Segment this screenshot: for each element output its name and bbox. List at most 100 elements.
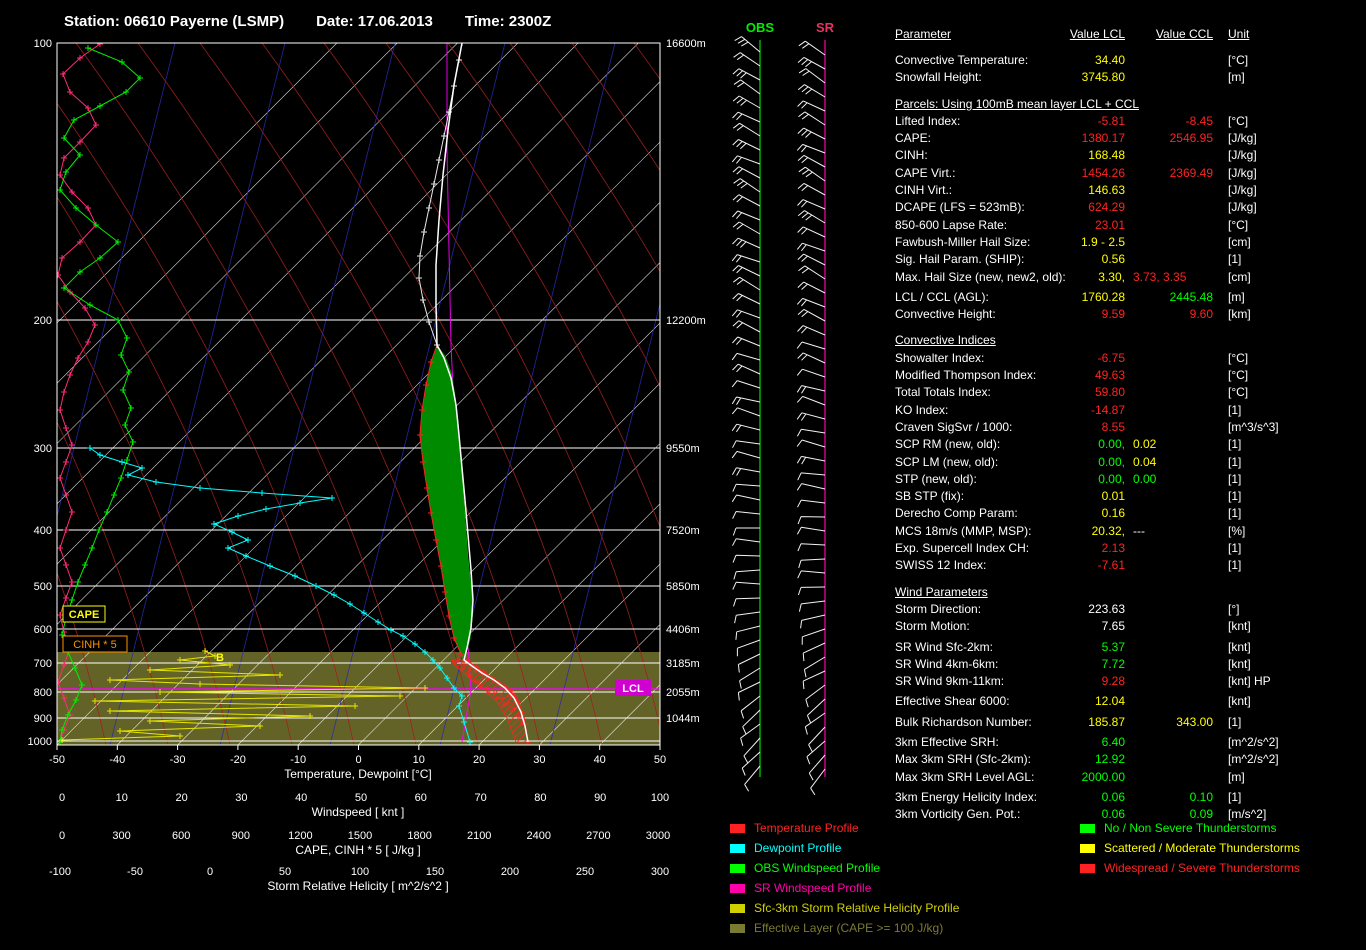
param-unit: [J/kg] [1228,165,1257,180]
param-unit: [1] [1228,506,1242,521]
param-value-lcl: 0.56 [1025,251,1125,268]
param-value: 9.60 [1189,307,1213,322]
wind-barb [797,499,826,508]
wind-barb [732,237,761,249]
param-label: SR Wind Sfc-2km: [895,639,994,654]
wind-barb [796,385,826,394]
wind-barb [732,293,761,305]
table-row: DCAPE (LFS = 523mB): 624.29 [J/kg] [895,199,1363,216]
param-unit: [°C] [1228,53,1249,67]
wind-barb [808,754,826,781]
wind-barb [796,483,826,491]
wind-barb [800,614,826,629]
param-value-lcl: -14.87 [1025,402,1125,419]
wind-barb [796,439,826,448]
wind-barb [798,558,826,569]
wind-barb [731,450,761,459]
severity-legend-item: Scattered / Moderate Thunderstorms [1080,838,1300,858]
wind-barb [734,36,761,53]
param-unit: [m^2/s^2] [1228,734,1279,749]
legend-swatch [730,883,745,893]
legend-label: Widespread / Severe Thunderstorms [1104,861,1300,875]
altitude-label: 5850m [666,581,700,593]
param-value: 1760.28 [1081,289,1125,304]
param-value-lcl: 185.87 [1025,714,1125,731]
legend-swatch [1080,863,1095,873]
param-value: 0.00, [1098,471,1125,486]
param-value: 185.87 [1088,714,1125,729]
param-unit: [knt] [1228,639,1251,654]
param-unit: [knt] [1228,694,1251,709]
wind-barb [732,265,761,277]
param-label: CAPE Virt.: [895,165,956,180]
axis-tick-label: -100 [49,866,71,878]
pressure-tick-label: 900 [34,713,52,725]
param-value-ccl: 2546.95 [1127,130,1213,147]
param-value-lcl: 0.16 [1025,505,1125,522]
wind-barb [796,368,826,378]
param-value-lcl: 12.04 [1025,693,1125,710]
cinh-label: CINH * 5 [73,639,116,651]
wind-barb [732,511,761,519]
wind-barb [732,111,761,123]
table-row: Modified Thompson Index: 49.63 [°C] [895,367,1363,384]
param-value-lcl: 7.72 [1025,656,1125,673]
axis-tick-label: 250 [576,866,594,878]
param-value-ccl: 0.00 [1133,471,1263,488]
axis-tick-label: 1200 [288,830,312,842]
wind-barb [734,611,761,624]
param-label: Snowfall Height: [895,70,982,85]
wind-barb [797,100,826,112]
param-label: Max 3km SRH (Sfc-2km): [895,752,1032,767]
app-window: Station: 06610 Payerne (LSMP) Date: 17.06… [0,0,1366,950]
wind-barb [797,56,826,70]
param-value-lcl: 12.92 [1025,751,1125,768]
severity-legend-item: Widespread / Severe Thunderstorms [1080,858,1300,878]
param-value: 7.72 [1101,656,1125,671]
wind-barb [797,182,826,196]
param-value: 59.80 [1094,385,1125,400]
param-unit: [m] [1228,70,1245,85]
section-title: Wind Parameters [895,584,988,599]
table-row: Convective Height: 9.59 9.60 [km] [895,306,1363,323]
param-value-lcl: 9.28 [1025,673,1125,690]
wind-barb [732,194,761,207]
axis-tick-label: 600 [172,830,190,842]
axis-tick-label: 20 [175,792,187,804]
table-row: CAPE Virt.: 1454.26 2369.49 [J/kg] [895,165,1363,182]
wind-barb [797,325,826,336]
axis-tick-label: 900 [232,830,250,842]
table-row: Storm Motion: 7.65 [knt] [895,618,1363,635]
param-unit: [°C] [1228,350,1249,365]
axis-title: Storm Relative Helicity [ m^2/s^2 ] [267,879,448,893]
wind-barb [797,154,826,168]
axis-tick-label: 2700 [586,830,610,842]
param-unit: [%] [1228,523,1246,538]
table-row: Total Totals Index: 59.80 [°C] [895,384,1363,401]
wind-barb [797,84,826,98]
param-value: 3.73, [1133,269,1160,284]
pressure-gridlines [57,43,660,742]
wind-barb [796,143,826,154]
param-label: SCP RM (new, old): [895,437,1001,452]
table-row: Max 3km SRH (Sfc-2km): 12.92 [m^2/s^2] [895,751,1363,768]
legend-swatch [730,923,745,933]
wind-barb [797,586,826,596]
param-unit: [1] [1228,402,1242,417]
wind-barb [732,210,761,221]
param-value-lcl: 49.63 [1025,367,1125,384]
axis-tick-label: 30 [533,754,545,766]
param-value: 49.63 [1094,368,1125,383]
param-label: KO Index: [895,402,949,417]
param-label: Convective Height: [895,307,996,322]
wind-barb [801,628,826,645]
axis-tick-label: 0 [207,866,213,878]
wind-barb [737,681,761,701]
table-row: LCL / CCL (AGL): 1760.28 2445.48 [m] [895,289,1363,306]
wind-barb [798,68,826,84]
param-value-ccl: -8.45 [1127,113,1213,130]
axis-tick-label: 10 [116,792,128,804]
plot-frame [56,42,661,746]
wind-barb [797,352,826,364]
table-row: 3km Effective SRH: 6.40 [m^2/s^2] [895,734,1363,751]
